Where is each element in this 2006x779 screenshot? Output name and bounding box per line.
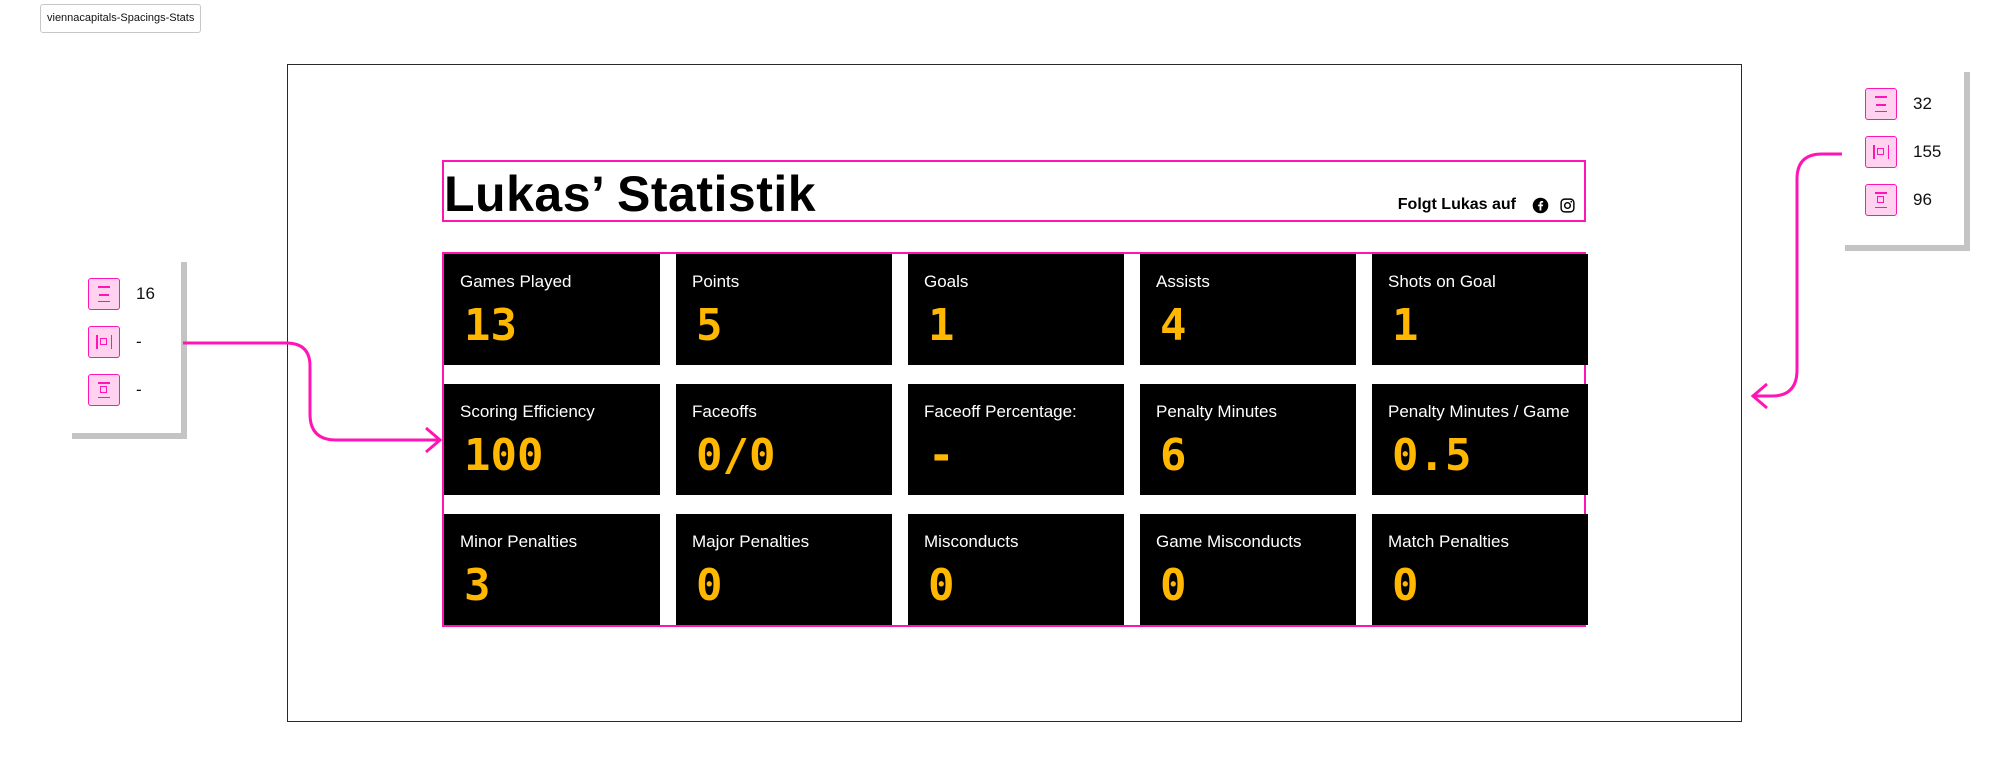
right-connector-arrow — [1753, 152, 1842, 398]
left-connector-arrow — [183, 341, 440, 442]
connector-arrows — [183, 152, 1842, 454]
